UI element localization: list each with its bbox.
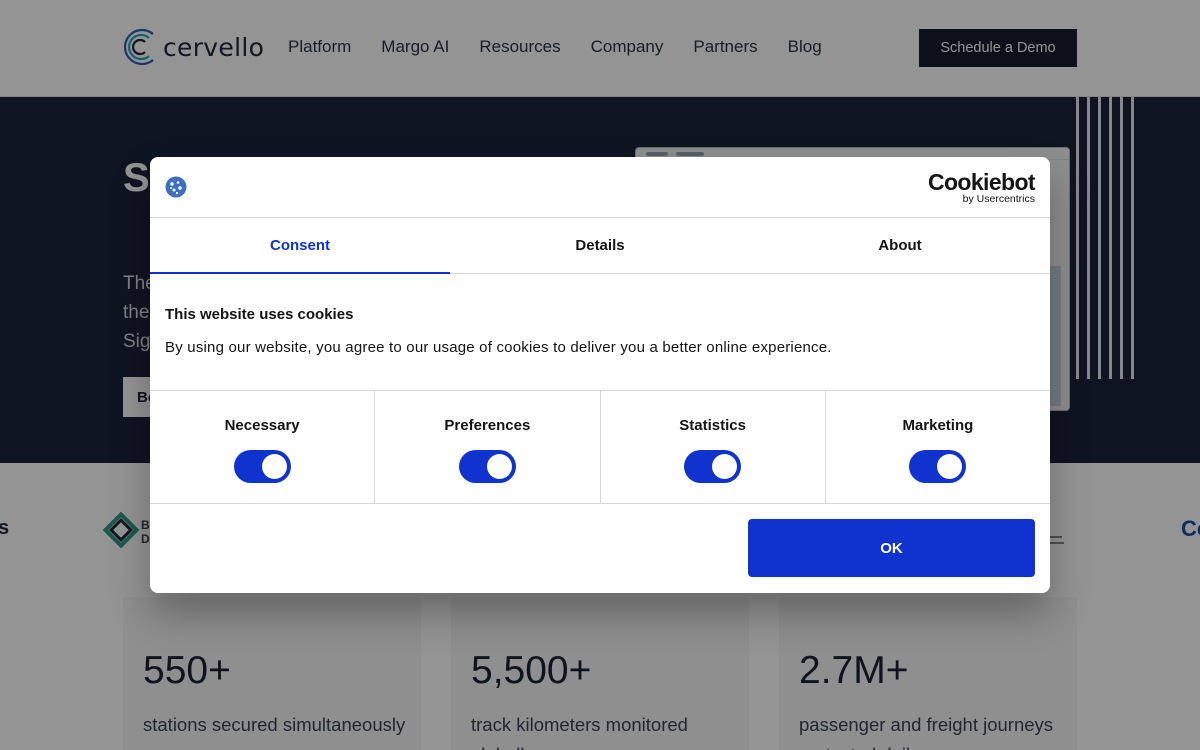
category-necessary: Necessary [150,391,376,503]
necessary-toggle[interactable] [233,450,291,483]
tab-details[interactable]: Details [450,218,750,273]
tab-consent[interactable]: Consent [150,218,450,274]
dialog-text: By using our website, you agree to our u… [165,339,832,356]
category-preferences: Preferences [375,391,601,503]
category-marketing: Marketing [826,391,1050,503]
category-label: Preferences [444,417,531,434]
cookie-icon [165,176,187,198]
preferences-toggle[interactable] [458,450,516,483]
statistics-toggle[interactable] [684,450,742,483]
marketing-toggle[interactable] [909,450,967,483]
dialog-title: This website uses cookies [165,306,354,323]
cookiebot-wordmark: Cookiebot [927,169,1036,195]
category-label: Necessary [224,417,300,434]
ok-button[interactable]: OK [748,519,1035,577]
dialog-tabs: Consent Details About [150,218,1050,274]
consent-categories: Necessary Preferences Statistics Marketi… [150,390,1050,504]
cookiebot-logo[interactable]: Cookiebot by Usercentrics [927,169,1036,205]
dialog-body: This website uses cookies By using our w… [165,305,1035,358]
cookiebot-byline: by Usercentrics [962,193,1035,205]
cookie-consent-dialog: Cookiebot by Usercentrics Consent Detail… [150,157,1050,593]
tab-about[interactable]: About [750,218,1050,273]
category-statistics: Statistics [601,391,826,503]
category-label: Marketing [902,417,974,434]
category-label: Statistics [679,417,746,434]
dialog-header: Cookiebot by Usercentrics [150,157,1050,218]
